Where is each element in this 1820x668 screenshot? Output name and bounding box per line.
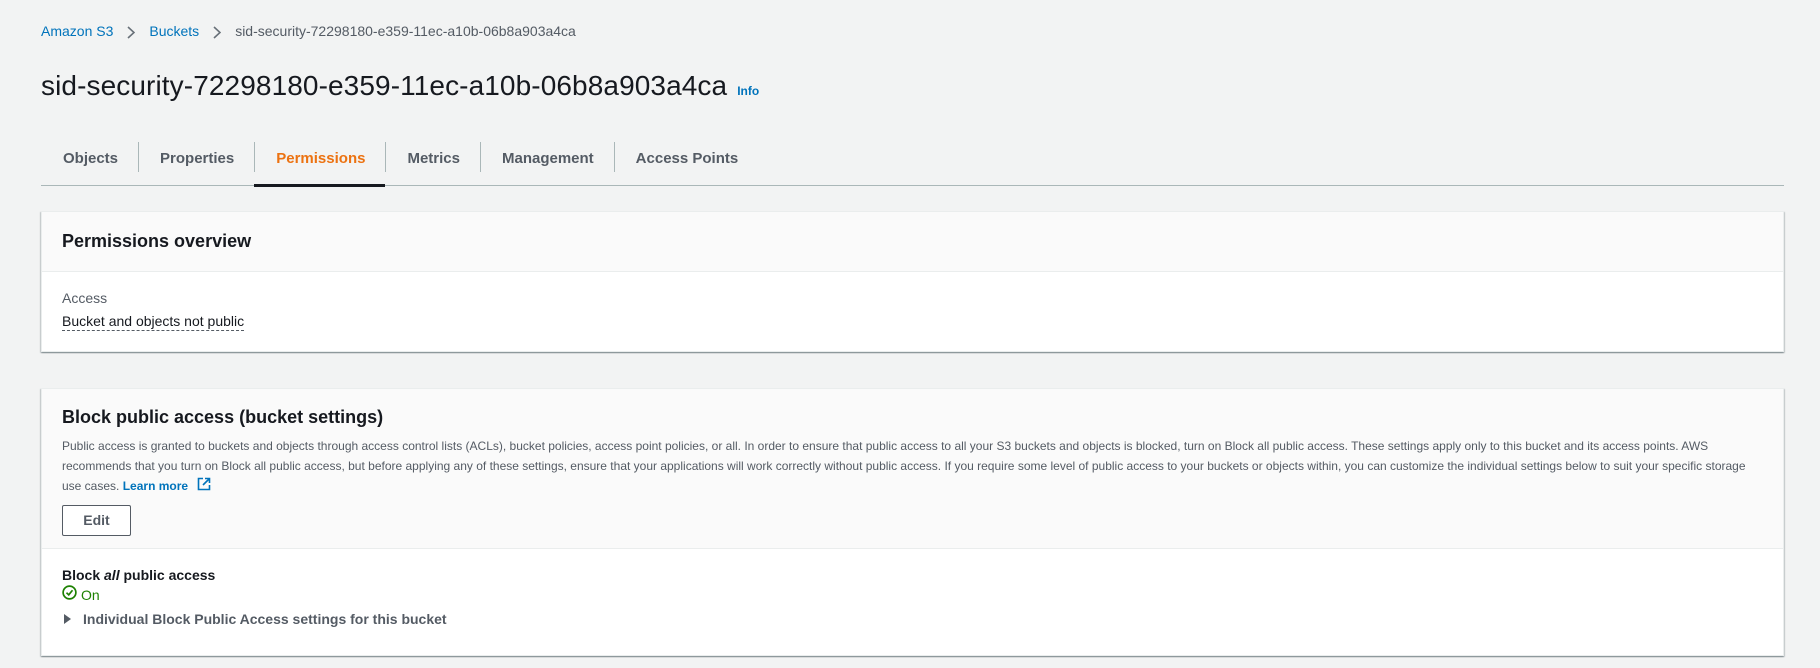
access-label: Access <box>62 290 108 306</box>
breadcrumb-amazon-s3[interactable]: Amazon S3 <box>41 22 113 40</box>
breadcrumb: Amazon S3 Buckets sid-security-72298180-… <box>41 22 576 40</box>
access-value[interactable]: Bucket and objects not public <box>62 312 245 331</box>
status-positive-icon <box>62 585 81 605</box>
panel-description: Public access is granted to buckets and … <box>62 436 1762 497</box>
block-all-suffix: public access <box>119 567 216 583</box>
panel-title: Permissions overview <box>62 231 252 251</box>
panel-header: Permissions overview <box>42 212 1783 272</box>
description-text: Public access is granted to buckets and … <box>62 439 1746 493</box>
expander-label: Individual Block Public Access settings … <box>83 611 447 627</box>
panel-body: Access Bucket and objects not public <box>42 272 1783 347</box>
block-public-access-panel: Block public access (bucket settings) Pu… <box>41 388 1784 656</box>
status-text: On <box>81 587 100 603</box>
info-link[interactable]: Info <box>737 84 759 98</box>
block-all-prefix: Block <box>62 567 105 583</box>
tab-label: Permissions <box>276 149 366 167</box>
block-all-emphasis: all <box>104 567 120 583</box>
tab-access-points[interactable]: Access Points <box>613 138 759 186</box>
panel-body: Block all public access On Individual Bl… <box>42 549 1783 643</box>
individual-settings-expander[interactable]: Individual Block Public Access settings … <box>62 611 1763 627</box>
permissions-overview-panel: Permissions overview Access Bucket and o… <box>41 211 1784 352</box>
page-title: sid-security-72298180-e359-11ec-a10b-06b… <box>41 70 728 101</box>
tab-bar: Objects Properties Permissions Metrics M… <box>41 138 1784 187</box>
tab-metrics[interactable]: Metrics <box>385 138 480 186</box>
panel-header: Block public access (bucket settings) Pu… <box>42 389 1783 549</box>
chevron-right-icon <box>113 22 149 40</box>
tab-permissions[interactable]: Permissions <box>254 138 386 187</box>
breadcrumb-buckets[interactable]: Buckets <box>149 22 199 40</box>
tab-label: Access Points <box>635 149 739 167</box>
learn-more-link[interactable]: Learn more <box>123 479 188 493</box>
status-indicator: On <box>62 585 1763 605</box>
panel-title: Block public access (bucket settings) <box>62 407 384 427</box>
tab-label: Objects <box>63 149 119 167</box>
chevron-right-icon <box>199 22 235 40</box>
tab-objects[interactable]: Objects <box>41 138 138 186</box>
external-link-icon[interactable] <box>197 477 211 497</box>
block-all-label: Block all public access <box>62 565 1763 585</box>
s3-bucket-page: Amazon S3 Buckets sid-security-72298180-… <box>0 0 1820 668</box>
edit-button[interactable]: Edit <box>62 504 131 536</box>
tab-label: Properties <box>160 149 235 167</box>
breadcrumb-current: sid-security-72298180-e359-11ec-a10b-06b… <box>235 23 576 39</box>
tab-properties[interactable]: Properties <box>138 138 254 186</box>
page-header: sid-security-72298180-e359-11ec-a10b-06b… <box>41 70 759 102</box>
caret-right-icon <box>64 614 71 624</box>
tab-label: Management <box>501 149 594 167</box>
tab-management[interactable]: Management <box>479 138 614 186</box>
tab-label: Metrics <box>407 149 460 167</box>
